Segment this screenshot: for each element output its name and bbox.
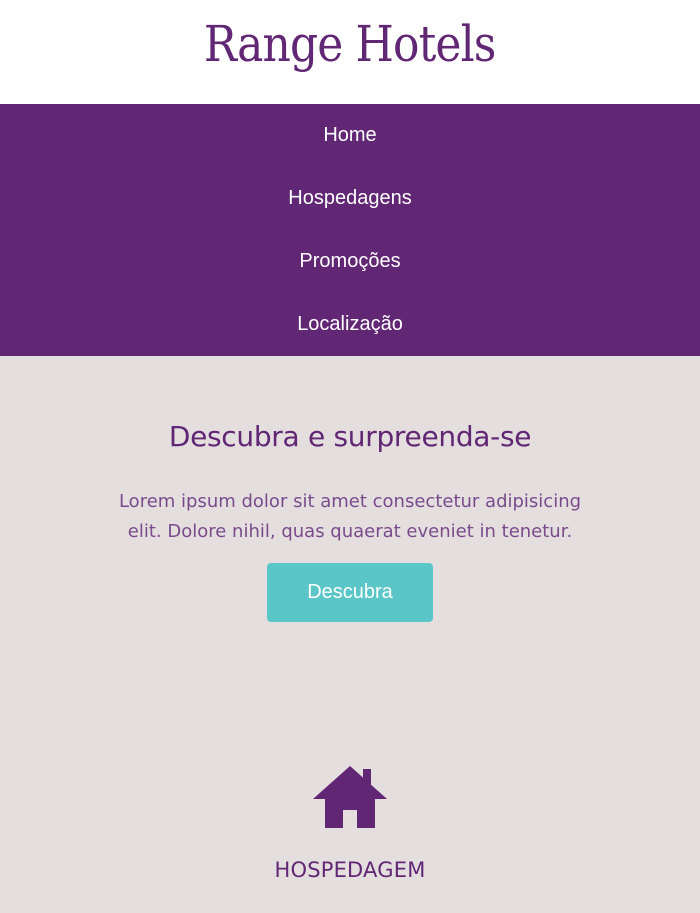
feature-item-hospedagem: HOSPEDAGEM — [0, 766, 700, 882]
nav-list: Home Hospedagens Promoções Localização — [0, 104, 700, 356]
nav-item-localizacao: Localização — [0, 293, 700, 356]
hero-title: Descubra e surpreenda-se — [168, 420, 532, 453]
logo[interactable]: Range Hotels — [204, 19, 496, 69]
nav-item-hospedagens: Hospedagens — [0, 167, 700, 230]
nav-link-home[interactable]: Home — [323, 124, 376, 147]
site-header: Range Hotels — [0, 0, 700, 104]
nav-link-localizacao[interactable]: Localização — [297, 313, 403, 336]
nav-link-hospedagens[interactable]: Hospedagens — [288, 187, 411, 210]
features-section: HOSPEDAGEM — [0, 766, 700, 882]
nav-item-home: Home — [0, 104, 700, 167]
nav-item-promocoes: Promoções — [0, 230, 700, 293]
main-nav: Home Hospedagens Promoções Localização — [0, 104, 700, 356]
hero-text: Lorem ipsum dolor sit amet consectetur a… — [118, 491, 582, 542]
house-icon — [313, 766, 387, 828]
discover-button[interactable]: Descubra — [267, 563, 433, 622]
feature-title: HOSPEDAGEM — [274, 858, 426, 882]
nav-link-promocoes[interactable]: Promoções — [299, 250, 400, 273]
hero-section: Descubra e surpreenda-se Lorem ipsum dol… — [0, 356, 700, 622]
